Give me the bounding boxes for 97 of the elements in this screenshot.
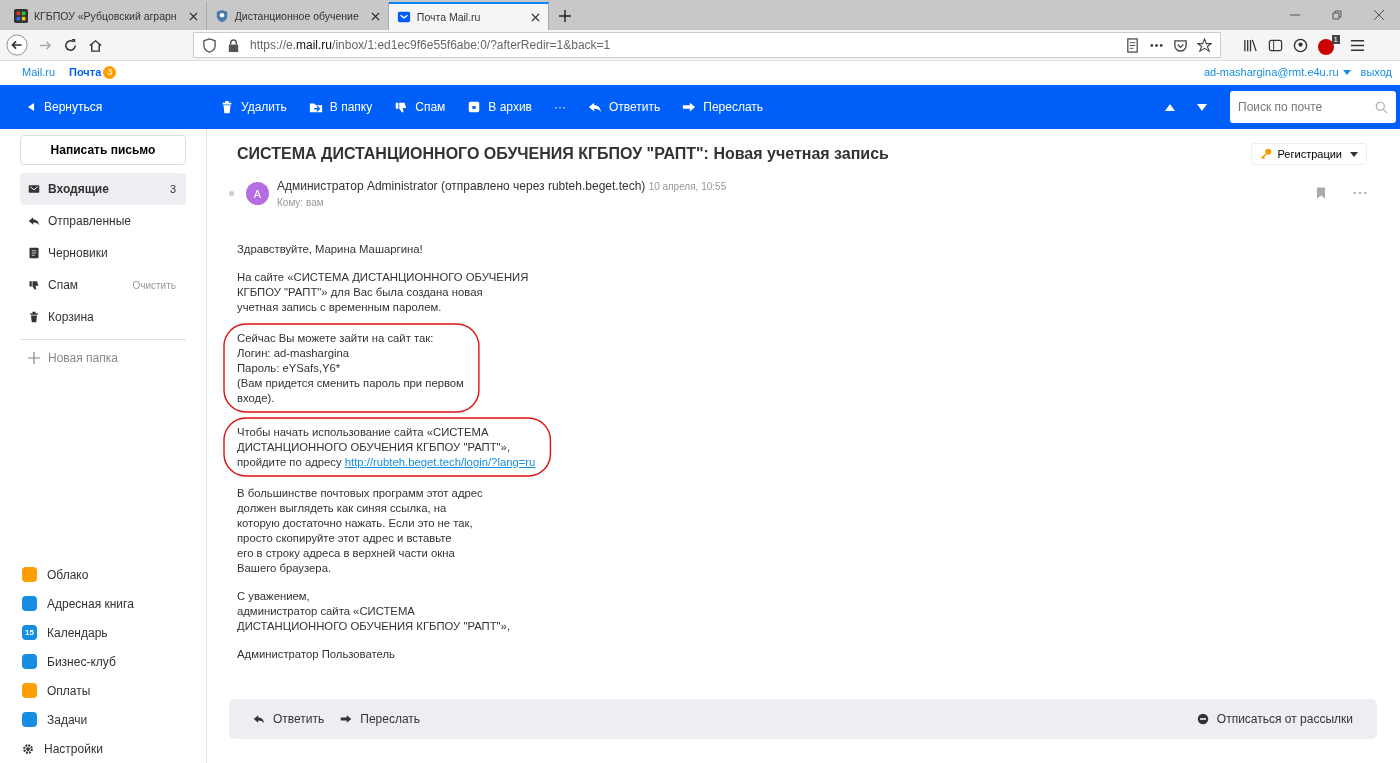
new-tab-icon[interactable] (558, 10, 571, 22)
portal-link[interactable]: Mail.ru (22, 66, 55, 78)
reload-icon[interactable] (63, 37, 78, 53)
thumbs-down-icon (28, 279, 40, 291)
sender-name[interactable]: Администратор Administrator (отправлено через rubteh.beget.tech) (277, 179, 646, 193)
trash-icon (220, 100, 234, 114)
reply-icon (28, 215, 40, 227)
toolbar-button[interactable]: Спам (384, 96, 456, 118)
envelope-icon (28, 183, 40, 195)
reply-bar-button[interactable]: Ответить (245, 708, 333, 730)
service-link[interactable]: 15 Календарь (20, 618, 186, 647)
restore-icon[interactable] (1332, 10, 1342, 20)
minus-circle-icon (1196, 713, 1209, 725)
library-icon[interactable] (1243, 37, 1258, 53)
forward-arrow-icon (340, 713, 353, 725)
close-icon[interactable] (1374, 10, 1384, 20)
folder-label: Корзина (48, 310, 94, 324)
folder-label: Входящие (48, 182, 109, 196)
close-tab-icon[interactable] (188, 11, 198, 21)
service-link[interactable]: Облако (20, 560, 186, 589)
service-link[interactable]: Бизнес-клуб (20, 647, 186, 676)
back-icon[interactable] (6, 34, 28, 56)
folder-item[interactable]: Отправленные (20, 205, 186, 237)
service-icon: 15 (22, 625, 37, 640)
caret-icon[interactable] (1342, 69, 1351, 75)
message-paragraph: С уважением, администратор сайта «СИСТЕМА ДИСТАНЦИОННОГО ОБУЧЕНИЯ КГБПОУ "РАПТ"», (237, 589, 511, 634)
compose-button[interactable]: Написать письмо (20, 135, 186, 165)
message-paragraph: Сейчас Вы можете зайти на сайт так: Логин: ad-mashargina Пароль: eYSafs,Y6* (Вам придется сменить пароль при первом входе). (237, 331, 464, 406)
settings-link[interactable]: Настройки (20, 734, 186, 763)
category-button[interactable]: Регистрации (1250, 143, 1367, 165)
logout-link[interactable]: выход (1360, 66, 1392, 78)
avatar: A (246, 182, 269, 205)
unsubscribe-button[interactable]: Отписаться от рассылки (1188, 708, 1361, 730)
message-subject: СИСТЕМА ДИСТАНЦИОННОГО ОБУЧЕНИЯ КГБПОУ "РАПТ": Новая учетная запись (237, 145, 889, 163)
menu-icon[interactable] (1350, 37, 1365, 53)
folder-item[interactable]: Спам Очистить (20, 269, 186, 301)
message-date: 10 апреля, 10:55 (648, 181, 727, 192)
archive-icon (467, 100, 482, 114)
account-link[interactable]: ad-mashargina@rmt.e4u.ru (1203, 66, 1339, 78)
settings-icon (22, 742, 34, 755)
unread-count: 3 (169, 183, 176, 195)
plus-icon (28, 352, 40, 364)
unread-badge: 3 (103, 65, 117, 79)
folder-item[interactable]: Входящие 3 (20, 173, 186, 205)
message-paragraph: Администратор Пользователь (237, 647, 395, 662)
reply-bar-button[interactable]: Переслать (332, 708, 429, 730)
shield-icon (202, 37, 217, 53)
sidebar-icon[interactable] (1268, 37, 1283, 53)
envelope-icon (396, 10, 411, 24)
next-message-icon[interactable] (1197, 103, 1207, 111)
forward-arrow-icon (682, 100, 697, 114)
document-icon (28, 247, 40, 259)
folder-item[interactable]: Корзина (20, 301, 186, 333)
portal-link[interactable]: Почта (69, 66, 102, 78)
toolbar-button[interactable]: Удалить (210, 96, 297, 118)
folder-label: Спам (48, 278, 79, 292)
folder-label: Черновики (48, 246, 108, 260)
service-link[interactable]: Оплаты (20, 676, 186, 705)
service-link[interactable]: Задачи (20, 705, 186, 734)
star-icon[interactable] (1197, 37, 1212, 53)
address-bar[interactable]: https://e.mail.ru/inbox/1:ed1ec9f6e55f6abe:0/?afterRedir=1&back=1 (193, 32, 1221, 58)
toolbar-button[interactable]: ··· (543, 96, 576, 118)
account-icon[interactable] (1293, 37, 1308, 53)
browser-tab[interactable]: Почта Mail.ru (388, 2, 549, 30)
caret-icon (1350, 151, 1358, 157)
shield-icon (214, 9, 229, 23)
toolbar-button[interactable]: В архив (457, 96, 542, 118)
caret-icon (28, 103, 34, 111)
message-paragraph: В большинстве почтовых программ этот адрес должен выглядеть как синяя ссылка, на которую достаточно нажать. Если это не так, просто скопируйте этот адрес и вставьте его в строку адреса в верхней части окна Вашего браузера. (237, 486, 483, 576)
message-paragraph: Здравствуйте, Марина Машаргина! (237, 242, 423, 257)
login-link[interactable]: http://rubteh.beget.tech/login/?lang=ru (344, 456, 536, 468)
recipient-text: Кому: вам (277, 197, 325, 208)
reader-view-icon[interactable] (1125, 37, 1140, 53)
key-icon (1259, 148, 1272, 160)
home-icon[interactable] (88, 37, 103, 53)
back-button[interactable]: Вернуться (0, 96, 210, 118)
folder-item[interactable]: Черновики (20, 237, 186, 269)
toolbar-button[interactable]: В папку (298, 96, 383, 118)
message-paragraph: На сайте «СИСТЕМА ДИСТАНЦИОННОГО ОБУЧЕНИЯ КГБПОУ "РАПТ"» для Вас была создана новая учетная запись с временным паролем. (237, 270, 529, 315)
message-paragraph: Чтобы начать использование сайта «СИСТЕМА ДИСТАНЦИОННОГО ОБУЧЕНИЯ КГБПОУ "РАПТ"», пройдите по адресу http://rubteh.beget.tech/login/?lang=ru (237, 425, 536, 470)
search-field[interactable]: Поиск по почте (1230, 91, 1396, 123)
reply-icon (587, 100, 602, 114)
folder-label: Отправленные (48, 214, 131, 228)
trash-icon (28, 311, 40, 323)
previous-message-icon[interactable] (1165, 103, 1175, 111)
toolbar-button[interactable]: Переслать (672, 96, 774, 118)
reply-icon (253, 713, 265, 725)
service-link[interactable]: Адресная книга (20, 589, 186, 618)
unread-dot[interactable] (229, 191, 234, 196)
toolbar-button[interactable]: Ответить (577, 96, 671, 118)
lock-icon (226, 37, 241, 53)
site-logo-icon (14, 9, 28, 23)
close-tab-icon[interactable] (530, 12, 540, 22)
thumbs-down-icon (394, 100, 409, 114)
close-tab-icon[interactable] (370, 11, 380, 21)
pocket-icon[interactable] (1173, 37, 1188, 53)
new-folder-button[interactable]: Новая папка (20, 342, 186, 374)
